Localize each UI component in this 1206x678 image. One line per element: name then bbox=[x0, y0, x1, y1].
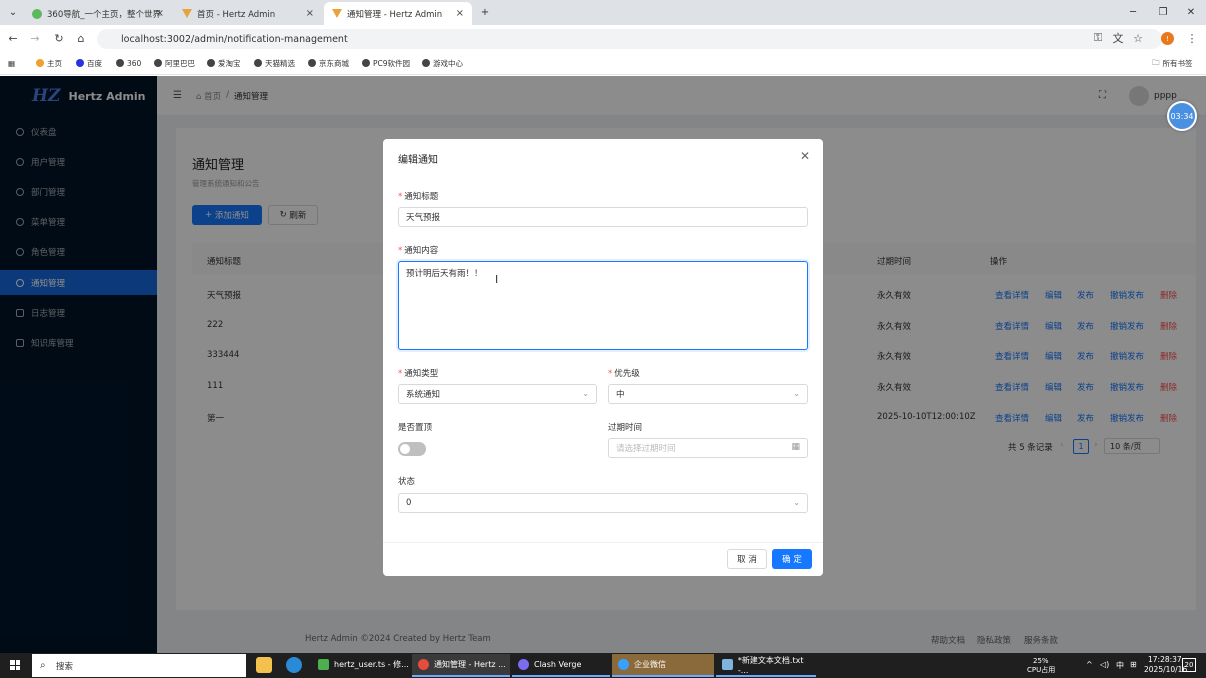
calendar-icon: ▦ bbox=[791, 442, 800, 452]
bookmark-item[interactable]: 百度 bbox=[76, 56, 102, 70]
chevron-down-icon: ⌄ bbox=[582, 389, 589, 398]
editor-icon bbox=[318, 659, 329, 670]
close-icon[interactable]: ✕ bbox=[800, 149, 810, 163]
clash-icon bbox=[518, 659, 529, 670]
tray-chevron-up-icon[interactable]: ^ bbox=[1086, 660, 1093, 669]
windows-start-icon[interactable] bbox=[10, 660, 20, 670]
toggle-knob bbox=[400, 444, 410, 454]
notepad-icon bbox=[722, 659, 733, 670]
apps-icon[interactable]: ▦ bbox=[8, 56, 15, 70]
floating-timer[interactable]: 03:34 bbox=[1167, 101, 1197, 131]
expire-datepicker[interactable]: 请选择过期时间 ▦ bbox=[608, 438, 808, 458]
globe-icon bbox=[362, 59, 370, 67]
clock-date[interactable]: 2025/10/16 bbox=[1144, 665, 1187, 674]
key-icon[interactable]: ⚿ bbox=[1090, 30, 1106, 46]
globe-icon bbox=[308, 59, 316, 67]
pinned-label: 是否置顶 bbox=[398, 423, 433, 433]
ime-indicator[interactable]: 中 bbox=[1116, 660, 1124, 671]
bookmark-item[interactable]: 主页 bbox=[36, 56, 62, 70]
taskbar-app-clash[interactable]: Clash Verge bbox=[512, 654, 610, 677]
modal-title: 编辑通知 bbox=[398, 155, 438, 166]
status-select[interactable]: 0 ⌄ bbox=[398, 493, 808, 513]
globe-icon bbox=[154, 59, 162, 67]
type-label: * 通知类型 bbox=[398, 369, 439, 379]
notification-center-icon[interactable]: 20 bbox=[1182, 658, 1196, 672]
reload-icon[interactable]: ↻ bbox=[51, 30, 67, 46]
globe-icon bbox=[254, 59, 262, 67]
expire-label: 过期时间 bbox=[608, 423, 643, 433]
vite-favicon-icon bbox=[332, 9, 342, 18]
bookmark-item[interactable]: 天猫精选 bbox=[254, 56, 295, 70]
close-tab-icon[interactable]: × bbox=[306, 8, 314, 19]
search-icon: ⌕ bbox=[40, 660, 46, 671]
file-explorer-icon[interactable] bbox=[256, 657, 272, 673]
star-icon[interactable]: ☆ bbox=[1130, 30, 1146, 46]
taskbar-search[interactable]: ⌕ 搜索 bbox=[32, 654, 246, 677]
all-bookmarks[interactable]: 🗀 所有书签 bbox=[1152, 56, 1193, 70]
pinned-toggle[interactable] bbox=[398, 442, 426, 456]
priority-label: * 优先级 bbox=[608, 369, 640, 379]
bookmark-item[interactable]: 游戏中心 bbox=[422, 56, 463, 70]
browser-tab-notification[interactable]: 通知管理 - Hertz Admin × bbox=[324, 2, 472, 25]
360-favicon-icon bbox=[32, 8, 42, 19]
status-label: 状态 bbox=[398, 477, 416, 487]
url-field[interactable]: localhost:3002/admin/notification-manage… bbox=[97, 29, 1162, 49]
bookmark-item[interactable]: 阿里巴巴 bbox=[154, 56, 195, 70]
type-select[interactable]: 系统通知 ⌄ bbox=[398, 384, 597, 404]
browser-tab-home[interactable]: 首页 - Hertz Admin × bbox=[174, 2, 322, 25]
back-icon[interactable]: ← bbox=[5, 30, 21, 46]
tab-search-icon[interactable]: ⌄ bbox=[0, 0, 26, 25]
taskbar-app-wecom[interactable]: 企业微信 bbox=[612, 654, 714, 677]
translate-icon[interactable]: 文 bbox=[1110, 30, 1126, 46]
bookmark-item[interactable]: PC9软件园 bbox=[362, 56, 410, 70]
taskbar-app-chrome[interactable]: 通知管理 - Hertz ... bbox=[412, 654, 510, 677]
cpu-usage: 25% bbox=[1033, 657, 1049, 665]
bookmark-item[interactable]: 爱淘宝 bbox=[207, 56, 241, 70]
new-tab-button[interactable]: + bbox=[470, 0, 500, 25]
more-icon[interactable]: ⋮ bbox=[1184, 30, 1200, 46]
browser-tab-360[interactable]: 360导航_一个主页，整个世界 × bbox=[24, 2, 172, 25]
taskbar-app-vscode[interactable]: hertz_user.ts - 修... bbox=[312, 654, 410, 677]
bookmark-item[interactable]: 360 bbox=[116, 56, 141, 70]
content-label: * 通知内容 bbox=[398, 246, 439, 256]
close-tab-icon[interactable]: × bbox=[156, 8, 164, 19]
modal-footer-divider bbox=[383, 542, 823, 543]
priority-select[interactable]: 中 ⌄ bbox=[608, 384, 808, 404]
title-input[interactable]: 天气预报 bbox=[398, 207, 808, 227]
globe-icon bbox=[116, 59, 124, 67]
edge-icon[interactable] bbox=[286, 657, 302, 673]
globe-icon bbox=[422, 59, 430, 67]
profile-icon[interactable]: ! bbox=[1161, 32, 1174, 45]
chrome-icon bbox=[418, 659, 429, 670]
text-cursor-icon: I bbox=[495, 273, 499, 286]
title-label: * 通知标题 bbox=[398, 192, 439, 202]
globe-icon bbox=[207, 59, 215, 67]
home-icon[interactable]: ⌂ bbox=[73, 30, 89, 46]
cancel-button[interactable]: 取 消 bbox=[727, 549, 767, 569]
wecom-icon bbox=[618, 659, 629, 670]
ok-button[interactable]: 确 定 bbox=[772, 549, 812, 569]
content-textarea[interactable]: 预计明后天有雨！！ bbox=[398, 261, 808, 350]
close-tab-icon[interactable]: × bbox=[456, 8, 464, 19]
bookmark-item[interactable]: 京东商城 bbox=[308, 56, 349, 70]
close-window-icon[interactable]: ✕ bbox=[1176, 0, 1206, 25]
chevron-down-icon: ⌄ bbox=[793, 498, 800, 507]
edit-notification-modal: 编辑通知 ✕ * 通知标题 天气预报 * 通知内容 预计明后天有雨！！ I * 通知类… bbox=[383, 139, 823, 576]
speaker-icon[interactable]: ◁) bbox=[1100, 660, 1109, 669]
clock-time[interactable]: 17:28:37 bbox=[1148, 655, 1182, 664]
baidu-icon bbox=[76, 59, 84, 67]
maximize-icon[interactable]: ❐ bbox=[1148, 0, 1178, 25]
forward-icon[interactable]: → bbox=[27, 30, 43, 46]
taskbar-app-notepad[interactable]: *新建文本文档.txt -... bbox=[716, 654, 816, 677]
cpu-label: CPU占用 bbox=[1027, 666, 1056, 674]
chevron-down-icon: ⌄ bbox=[793, 389, 800, 398]
vite-favicon-icon bbox=[182, 9, 192, 18]
bookmark-icon bbox=[36, 59, 44, 67]
minimize-icon[interactable]: ─ bbox=[1118, 0, 1148, 25]
folder-icon: 🗀 bbox=[1152, 57, 1160, 67]
network-icon[interactable]: ⊞ bbox=[1130, 660, 1137, 669]
